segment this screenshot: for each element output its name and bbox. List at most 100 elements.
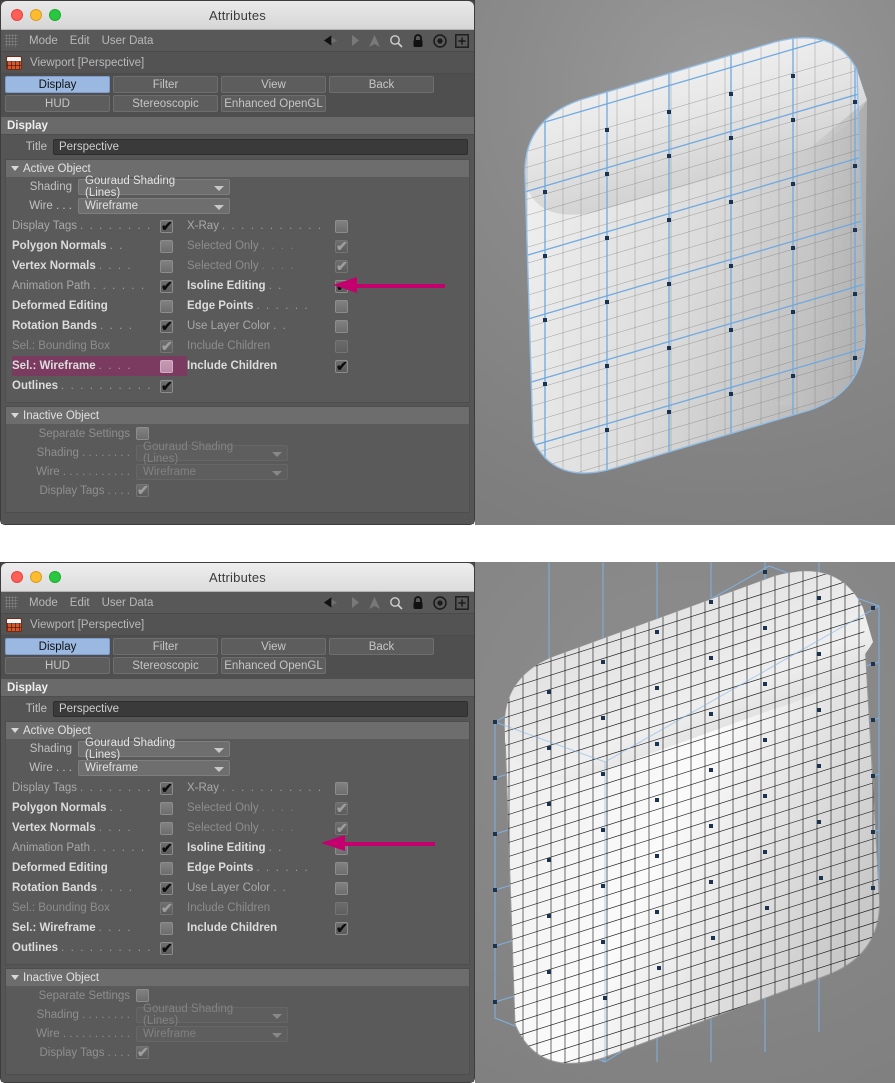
shading-select[interactable]: Gouraud Shading (Lines): [78, 737, 230, 761]
checkbox-include-children[interactable]: [335, 919, 348, 937]
viewport-top[interactable]: [475, 0, 895, 525]
menu-item-edit[interactable]: Edit: [64, 35, 96, 47]
tab-stereoscopic[interactable]: Stereoscopic: [113, 657, 218, 674]
wire-select[interactable]: Wireframe: [78, 759, 230, 776]
checkbox-include-children[interactable]: [335, 357, 348, 375]
checkbox-row-display-tags[interactable]: Display Tags. . . . . . . .: [12, 216, 187, 236]
forward-arrow-icon[interactable]: [344, 33, 360, 49]
tab-strip-top[interactable]: Display Filter View Back HUD Stereoscopi…: [1, 74, 474, 117]
up-arrow-icon[interactable]: [366, 33, 382, 49]
checkbox-display-tags[interactable]: [160, 217, 173, 235]
wire-row[interactable]: Wire . . . Wireframe: [6, 196, 469, 215]
shading-row[interactable]: Shading Gouraud Shading (Lines): [6, 737, 469, 761]
back-arrow-icon[interactable]: [322, 33, 338, 49]
grip-handle-icon[interactable]: [5, 34, 18, 47]
tab-back[interactable]: Back: [329, 76, 434, 93]
toolbar-icons[interactable]: [322, 33, 470, 49]
tab-strip-bottom[interactable]: Display Filter View Back HUD Stereoscopi…: [1, 636, 474, 679]
checkbox-row-sel-wireframe[interactable]: Sel.: Wireframe. . . .: [12, 918, 187, 938]
tab-display[interactable]: Display: [5, 76, 110, 93]
search-icon[interactable]: [388, 33, 404, 49]
toolbar-icons[interactable]: [322, 595, 470, 611]
up-arrow-icon[interactable]: [366, 595, 382, 611]
title-field-row[interactable]: Title Perspective: [1, 699, 474, 718]
checkbox-row-rotation-bands[interactable]: Rotation Bands. . . .: [12, 316, 187, 336]
checkbox-row-use-layer-color[interactable]: Use Layer Color. .: [187, 316, 362, 336]
checkbox-deformed-editing[interactable]: [160, 299, 173, 313]
wire-row[interactable]: Wire . . . Wireframe: [6, 758, 469, 777]
checkbox-grid-bottom[interactable]: Display Tags. . . . . . . .X-Ray. . . . …: [6, 777, 469, 958]
viewport-bottom[interactable]: [475, 562, 895, 1083]
checkbox-row-sel-wireframe[interactable]: Sel.: Wireframe. . . .: [12, 356, 187, 376]
menu-item-mode[interactable]: Mode: [23, 35, 64, 47]
active-object-header[interactable]: Active Object: [6, 160, 469, 177]
lock-icon[interactable]: [410, 595, 426, 611]
plus-icon[interactable]: [454, 33, 470, 49]
checkbox-rotation-bands[interactable]: [160, 317, 173, 335]
shading-select[interactable]: Gouraud Shading (Lines): [78, 175, 230, 199]
chevron-down-icon[interactable]: [11, 413, 19, 418]
tab-back[interactable]: Back: [329, 638, 434, 655]
checkbox-use-layer-color[interactable]: [335, 319, 348, 333]
checkbox-vertex-normals[interactable]: [160, 259, 173, 273]
tab-hud[interactable]: HUD: [5, 657, 110, 674]
menu-item-edit[interactable]: Edit: [64, 597, 96, 609]
checkbox-row-x-ray[interactable]: X-Ray. . . . . . . . . . .: [187, 778, 362, 798]
checkbox-selected-only[interactable]: [335, 799, 348, 817]
checkbox-animation-path[interactable]: [160, 277, 173, 295]
checkbox-row-selected-only[interactable]: Selected Only. . . .: [187, 798, 362, 818]
title-bar-bottom[interactable]: Attributes: [1, 563, 474, 592]
checkbox-row-include-children[interactable]: Include Children: [187, 356, 362, 376]
tab-display[interactable]: Display: [5, 638, 110, 655]
grip-handle-icon[interactable]: [5, 596, 18, 609]
checkbox-x-ray[interactable]: [335, 781, 348, 795]
checkbox-row-animation-path[interactable]: Animation Path. . . . . .: [12, 838, 187, 858]
tab-filter[interactable]: Filter: [113, 76, 218, 93]
checkbox-row-polygon-normals[interactable]: Polygon Normals. .: [12, 236, 187, 256]
checkbox-polygon-normals[interactable]: [160, 801, 173, 815]
checkbox-row-use-layer-color[interactable]: Use Layer Color. .: [187, 878, 362, 898]
tab-filter[interactable]: Filter: [113, 638, 218, 655]
checkbox-sel-bounding-box[interactable]: [160, 899, 173, 917]
title-field-row[interactable]: Title Perspective: [1, 137, 474, 156]
tab-hud[interactable]: HUD: [5, 95, 110, 112]
checkbox-row-outlines[interactable]: Outlines. . . . . . . . . .: [12, 938, 187, 958]
checkbox-row-selected-only[interactable]: Selected Only. . . .: [187, 256, 362, 276]
checkbox-use-layer-color[interactable]: [335, 881, 348, 895]
title-input[interactable]: Perspective: [53, 138, 468, 155]
target-icon[interactable]: [432, 595, 448, 611]
checkbox-animation-path[interactable]: [160, 839, 173, 857]
checkbox-deformed-editing[interactable]: [160, 861, 173, 875]
tab-view[interactable]: View: [221, 638, 326, 655]
checkbox-selected-only[interactable]: [335, 819, 348, 837]
checkbox-include-children[interactable]: [335, 339, 348, 353]
checkbox-row-sel-bounding-box[interactable]: Sel.: Bounding Box: [12, 336, 187, 356]
checkbox-row-include-children[interactable]: Include Children: [187, 336, 362, 356]
chevron-down-icon[interactable]: [11, 166, 19, 171]
menu-item-mode[interactable]: Mode: [23, 597, 64, 609]
checkbox-outlines[interactable]: [160, 377, 173, 395]
checkbox-grid-top[interactable]: Display Tags. . . . . . . .X-Ray. . . . …: [6, 215, 469, 396]
object-header-row-top[interactable]: Viewport [Perspective]: [1, 52, 474, 74]
tab-view[interactable]: View: [221, 76, 326, 93]
tab-stereoscopic[interactable]: Stereoscopic: [113, 95, 218, 112]
checkbox-sel-wireframe[interactable]: [160, 359, 173, 373]
menu-bar-bottom[interactable]: Mode Edit User Data: [1, 592, 474, 614]
search-icon[interactable]: [388, 595, 404, 611]
checkbox-edge-points[interactable]: [335, 861, 348, 875]
checkbox-row-rotation-bands[interactable]: Rotation Bands. . . .: [12, 878, 187, 898]
checkbox-row-outlines[interactable]: Outlines. . . . . . . . . .: [12, 376, 187, 396]
checkbox-polygon-normals[interactable]: [160, 239, 173, 253]
title-bar-top[interactable]: Attributes: [1, 1, 474, 30]
chevron-down-icon[interactable]: [11, 975, 19, 980]
checkbox-row-x-ray[interactable]: X-Ray. . . . . . . . . . .: [187, 216, 362, 236]
object-header-row-bottom[interactable]: Viewport [Perspective]: [1, 614, 474, 636]
forward-arrow-icon[interactable]: [344, 595, 360, 611]
wire-select[interactable]: Wireframe: [78, 197, 230, 214]
checkbox-row-polygon-normals[interactable]: Polygon Normals. .: [12, 798, 187, 818]
menu-bar-top[interactable]: Mode Edit User Data: [1, 30, 474, 52]
checkbox-display-tags[interactable]: [160, 779, 173, 797]
checkbox-rotation-bands[interactable]: [160, 879, 173, 897]
checkbox-x-ray[interactable]: [335, 219, 348, 233]
target-icon[interactable]: [432, 33, 448, 49]
